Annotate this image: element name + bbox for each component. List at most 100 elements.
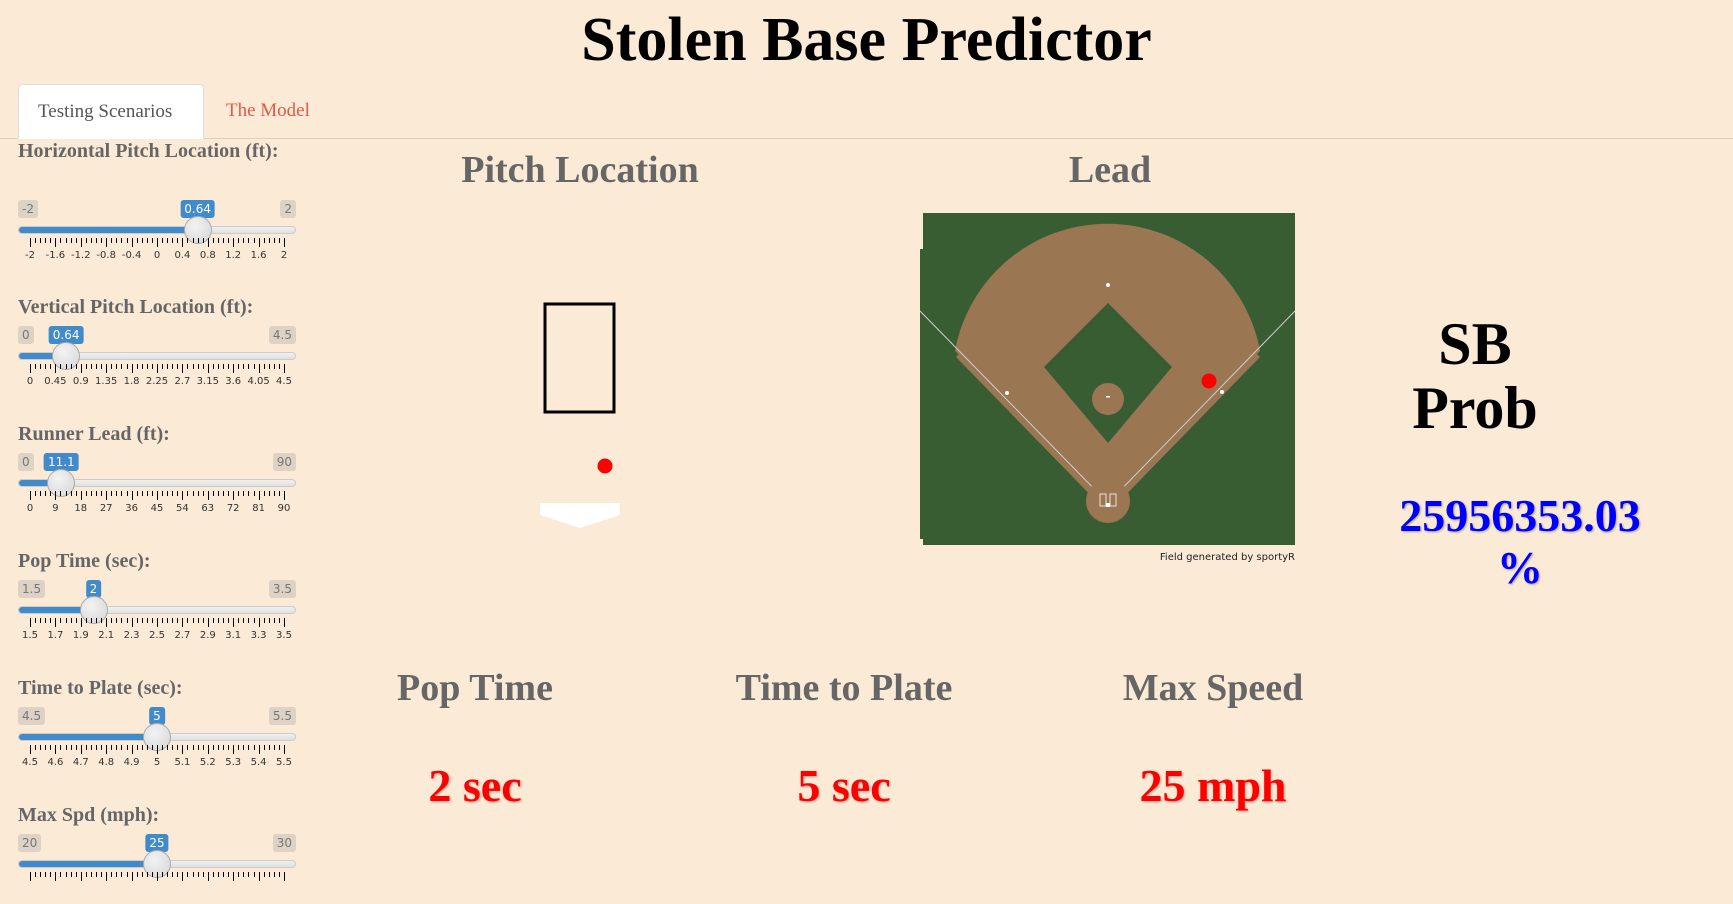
slider-tick [55,872,57,881]
slider-tick [182,364,184,373]
slider-tick [223,872,225,877]
slider-tick-label: 0 [153,250,161,261]
slider-tick [35,491,37,496]
lead-title: Lead [1068,149,1152,191]
slider-label: Time to Plate (sec): [18,677,183,699]
slider-tick [136,491,138,496]
slider-tick [273,364,275,369]
third-base [1005,391,1009,395]
slider-tick [238,364,240,369]
slider-tick [263,491,265,496]
slider-tick [90,238,92,243]
slider-tick [268,491,270,496]
slider-tick [75,364,77,369]
slider-tick [80,745,82,754]
slider-tick-label: -1.6 [45,250,66,261]
slider-tick [172,745,174,750]
slider-tick-label: 0 [26,503,34,514]
slider-tick [75,491,77,496]
slider-tick-label: 18 [74,503,88,514]
slider-tick [96,238,98,243]
slider-tick [70,238,72,243]
slider-tick [30,364,31,373]
slider-tick [55,491,57,500]
slider-tick-label: 0 [26,376,34,387]
slider-tick [284,745,285,754]
slider-tick-label: 27 [99,503,113,514]
slider-tick [197,238,199,243]
slider-control: 20 30 25 [18,834,298,904]
slider-tick-label: 1.35 [95,376,118,387]
slider-tick [192,745,194,750]
slider-tick [136,618,138,623]
slider-tick [85,872,87,877]
slider-tick [177,618,179,623]
slider-tick [75,745,77,750]
slider-tick [268,618,270,623]
slider-tick [233,491,235,500]
slider-fill [19,227,199,233]
slider-tick-label: 2.9 [199,630,216,641]
tab-testing-scenarios[interactable]: Testing Scenarios [18,84,204,139]
slider-tick [45,491,47,496]
slider-tick [207,238,209,247]
slider-tick [248,618,250,623]
slider-tick [197,364,199,369]
slider-tick [101,618,103,623]
pitchers-mound [1092,383,1124,415]
slider-tick [131,491,133,500]
slider-tick [106,872,108,881]
slider-tick-labels: 0 0.45 0.9 1.35 1.8 2.25 2.7 3.15 3.6 4.05 4.5 [18,376,296,390]
slider-tick [172,872,174,877]
slider-tick [30,745,31,754]
slider-tick [278,745,280,750]
slider-tick [187,491,189,496]
slider-tick [258,238,260,247]
pop-time-slider: Pop Time (sec): 1.5 3.5 2 1.5 1.7 1.9 2.1 2.… [18,548,298,641]
slider-tick-label: 2.25 [145,376,169,387]
slider-tick [157,491,158,500]
slider-tick [121,618,123,623]
slider-fill [19,861,158,867]
slider-tick [50,364,52,369]
slider-track[interactable] [18,226,296,234]
slider-tick-label: -2 [25,250,35,261]
slider-tick [212,872,214,877]
slider-tick [207,618,209,627]
slider-tick [40,872,42,877]
slider-tick [116,491,118,496]
slider-tick [263,745,265,750]
slider-tick [157,618,158,627]
slider-tick [111,238,113,243]
slider-tick [116,872,118,877]
slider-tick-label: 1.2 [225,250,242,261]
slider-tick [90,491,92,496]
max-speed-slider: Max Spd (mph): 20 30 25 [18,802,298,881]
slider-tick [284,872,285,881]
tab-the-model[interactable]: The Model [207,84,329,137]
slider-tick [217,491,219,496]
slider-tick [90,745,92,750]
slider-tick [248,238,250,243]
slider-tick [202,364,204,369]
slider-tick [80,364,82,373]
slider-tick [223,238,225,243]
slider-tick [55,745,57,754]
slider-tick [151,491,153,496]
slider-tick [223,618,225,623]
slider-track[interactable] [18,606,296,614]
slider-tick-label: 4.5 [276,376,292,387]
slider-tick [248,745,250,750]
slider-max-label: 30 [272,834,296,852]
slider-tick [162,238,164,243]
slider-tick [202,491,204,496]
slider-tick-labels: -2 -1.6 -1.2 -0.8 -0.4 0 0.4 0.8 1.2 1.6 2 [18,250,296,264]
slider-tick [167,491,169,496]
slider-tick [157,238,158,247]
slider-tick [248,872,250,877]
slider-tick-label: 90 [277,503,291,514]
slider-tick-label: 3.15 [196,376,219,387]
slider-tick [268,872,270,877]
slider-tick [243,238,245,243]
slider-tick-label: 5.2 [199,757,216,768]
